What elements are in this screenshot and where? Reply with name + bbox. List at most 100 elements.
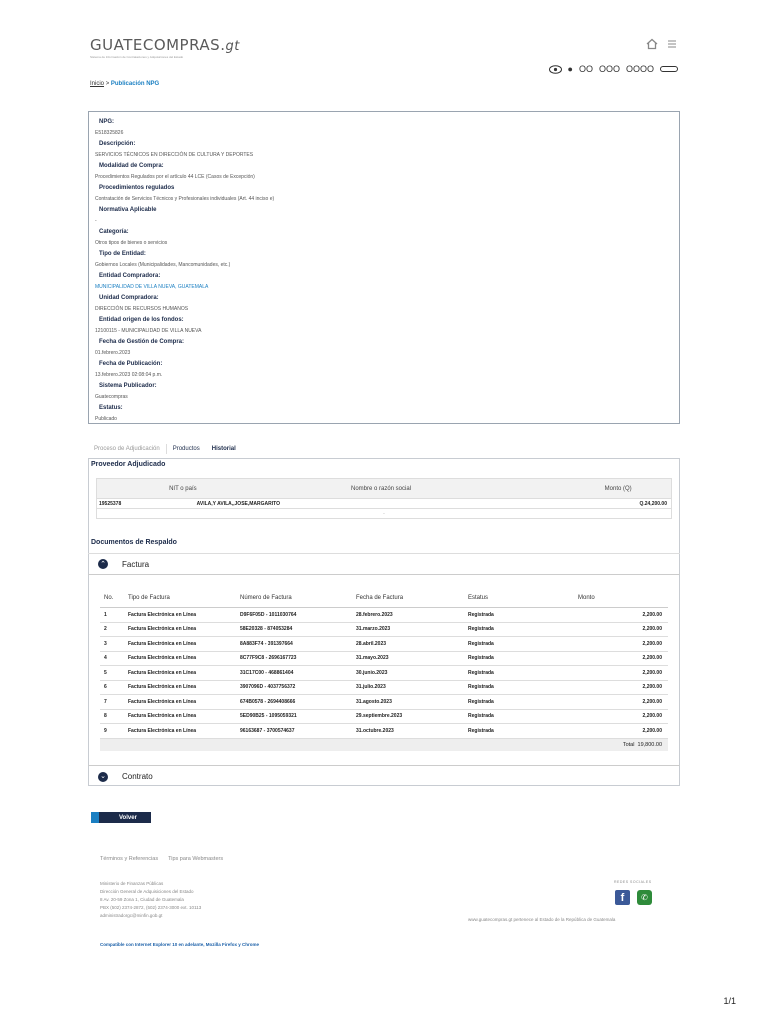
facebook-icon[interactable]: f	[615, 890, 630, 905]
breadcrumb-home-link[interactable]: Inicio	[90, 81, 104, 87]
invoice-number: D9F6F05D - 1011030764	[240, 611, 297, 618]
detail-field-value: Publicado	[95, 416, 117, 422]
col-monto: Monto (Q)	[604, 485, 632, 492]
tab-historial[interactable]: Historial	[206, 444, 242, 454]
detail-field-label: Categoría:	[99, 229, 129, 235]
table-row: 5 Factura Electrónica en Línea 31C17C00 - …	[100, 666, 668, 681]
breadcrumb-separator: >	[105, 81, 110, 87]
invoice-status: Registrada	[468, 713, 494, 720]
detail-field-value: 01.febrero.2023	[95, 350, 131, 356]
detail-field-label: Sistema Publicador:	[99, 383, 157, 389]
invoice-type: Factura Electrónica en Línea	[128, 713, 197, 720]
detail-field-value: Gobiernos Locales (Municipalidades, Manc…	[95, 262, 231, 268]
breadcrumb-current: Publicación NPG	[110, 81, 160, 87]
invoice-no: 7	[104, 698, 107, 705]
invoice-status: Registrada	[468, 626, 494, 633]
volver-button[interactable]: Volver	[91, 812, 151, 823]
tab-adjudicacion[interactable]: Proceso de Adjudicación	[88, 444, 167, 454]
invoice-no: 4	[104, 655, 107, 662]
footer-email-link[interactable]: administradorgc@minfin.gob.gt	[100, 912, 201, 920]
font-size-medium[interactable]: OOO	[599, 64, 620, 74]
footer-address-line: Dirección General de Adquisiciones del E…	[100, 889, 194, 894]
factura-label: Factura	[122, 559, 150, 569]
invoice-no: 6	[104, 684, 107, 691]
footer-address-line: Ministerio de Finanzas Públicas	[100, 881, 164, 886]
invoice-no: 9	[104, 727, 107, 734]
npg-detail-box: NPG: E518325826 Descripción: SERVICIOS TÉ…	[88, 111, 680, 424]
detail-field-value: Guatecompras	[95, 394, 128, 400]
npg-label: NPG:	[99, 119, 114, 125]
invoice-type: Factura Electrónica en Línea	[128, 626, 197, 633]
footer-address-line: PBX (502) 2374-2872, (502) 2374-3000 ext…	[100, 905, 202, 910]
invoice-date: 31.marzo.2023	[356, 626, 391, 633]
footer-link-tips[interactable]: Tips para Webmasters	[168, 856, 223, 862]
home-icon[interactable]	[646, 38, 658, 50]
social-label: REDES SOCIALES	[614, 880, 652, 884]
invoice-status: Registrada	[468, 684, 494, 691]
invoice-no: 1	[104, 611, 107, 618]
invoice-table: No. Tipo de Factura Número de Factura Fe…	[100, 588, 668, 751]
footer-ownership: www.guatecompras.gt pertenece al Estado …	[468, 917, 616, 922]
invoice-type: Factura Electrónica en Línea	[128, 655, 197, 662]
detail-field-value: 13.febrero.2023 02:08:04 p.m.	[95, 372, 163, 378]
invoice-date: 31.julio.2023	[356, 684, 386, 691]
invoice-amount: 2,200.00	[642, 655, 662, 662]
footer-address-line: 8 Av. 20-59 Zona 1, Ciudad de Guatemala	[100, 897, 184, 902]
documents-title: Documentos de Respaldo	[91, 539, 177, 546]
page-number: 1/1	[723, 996, 736, 1006]
browser-compat-note: Compatible con Internet Explorer 10 en a…	[100, 942, 260, 947]
invoice-number: 674B0578 - 2694408666	[240, 698, 296, 705]
factura-accordion[interactable]: ⌃ Factura	[88, 553, 680, 575]
invoice-number: 3907096D - 4037756372	[240, 684, 296, 691]
invoice-amount: 2,200.00	[642, 727, 662, 734]
invoice-date: 29.septiembre.2023	[356, 713, 403, 720]
table-row: 2 Factura Electrónica en Línea 58E20328 - …	[100, 623, 668, 637]
col-numero: Número de Factura	[240, 594, 292, 601]
invoice-no: 3	[104, 640, 107, 647]
col-no: No.	[104, 594, 114, 601]
invoice-number: 31C17C00 - 468861404	[240, 669, 294, 676]
table-row: 3 Factura Electrónica en Línea 8A883F74 - …	[100, 637, 668, 652]
provider-title: Proveedor Adjudicado	[91, 461, 166, 468]
detail-field-value: Otros tipos de bienes o servicios	[95, 240, 168, 246]
detail-field-value: Procedimientos Regulados por el artículo…	[95, 174, 255, 180]
font-size-large[interactable]: OOOO	[626, 64, 654, 74]
accessibility-bar: ● OO OOO OOOO	[548, 64, 678, 74]
contrato-accordion[interactable]: ⌄ Contrato	[88, 765, 680, 787]
col-nombre: Nombre o razón social	[351, 485, 412, 492]
footer-link-terminos[interactable]: Términos y Referencias	[100, 856, 158, 862]
contrato-label: Contrato	[122, 772, 153, 781]
detail-tabs: Proceso de Adjudicación Productos Histor…	[88, 444, 242, 454]
provider-row: 19525378 AVILA,Y AVILA,,JOSE,MARGARITO Q…	[97, 499, 671, 509]
tab-productos[interactable]: Productos	[167, 444, 206, 454]
detail-field-label: Entidad origen de los fondos:	[99, 317, 184, 323]
invoice-amount: 2,200.00	[642, 626, 662, 633]
footer-links: Términos y Referencias Tips para Webmast…	[100, 856, 223, 862]
detail-field-value[interactable]: MUNICIPALIDAD DE VILLA NUEVA, GUATEMALA	[95, 281, 673, 294]
invoice-amount: 2,200.00	[642, 640, 662, 647]
guatecompras-logo[interactable]: GUATECOMPRAS.gt Sistema de Información d…	[90, 36, 240, 59]
menu-icon[interactable]	[666, 38, 678, 50]
contrast-dot-icon[interactable]: ●	[568, 64, 573, 74]
invoice-number: 8A883F74 - 391397664	[240, 640, 293, 647]
table-row: 7 Factura Electrónica en Línea 674B0578 - …	[100, 695, 668, 710]
col-nit: NIT o país	[169, 485, 197, 492]
width-toggle-icon[interactable]	[660, 66, 678, 72]
whatsapp-icon[interactable]: ✆	[637, 890, 652, 905]
provider-table-header: NIT o país Nombre o razón social Monto (…	[97, 479, 671, 499]
invoice-number: 58E20328 - 874053284	[240, 626, 293, 633]
detail-field-value: -	[95, 218, 97, 224]
invoice-number: 5ED90B25 - 1095059321	[240, 713, 297, 720]
col-fecha: Fecha de Factura	[356, 594, 404, 601]
table-row: 9 Factura Electrónica en Línea 96163687 - …	[100, 724, 668, 739]
invoice-date: 28.febrero.2023	[356, 611, 393, 618]
detail-field-value: 12100115 - MUNICIPALIDAD DE VILLA NUEVA	[95, 328, 202, 334]
header-icons	[646, 38, 678, 50]
invoice-type: Factura Electrónica en Línea	[128, 727, 197, 734]
logo-subtext: Sistema de Información de Contrataciones…	[90, 55, 184, 59]
font-size-small[interactable]: OO	[579, 64, 593, 74]
detail-field-value: Contratación de Servicios Técnicos y Pro…	[95, 196, 275, 202]
provider-name: AVILA,Y AVILA,,JOSE,MARGARITO	[196, 500, 280, 507]
detail-field-label: Estatus:	[99, 405, 123, 411]
eye-icon[interactable]	[548, 64, 562, 74]
